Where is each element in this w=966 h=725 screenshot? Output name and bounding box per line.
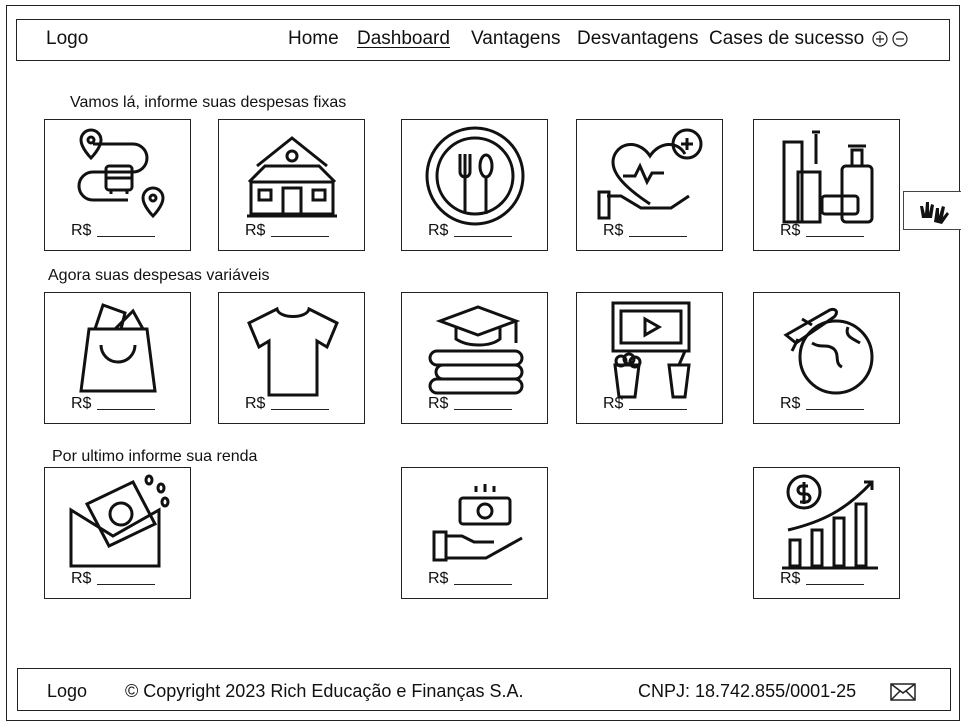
- footer-cnpj: CNPJ: 18.742.855/0001-25: [638, 681, 857, 701]
- income-title: Por ultimo informe sua renda: [52, 448, 258, 465]
- currency-label: R$: [428, 395, 449, 412]
- nav-dashboard[interactable]: Dashboard: [357, 28, 450, 50]
- growth-chart-icon: [782, 474, 878, 570]
- value-input-line[interactable]: [806, 409, 865, 410]
- value-input-line[interactable]: [454, 584, 513, 585]
- value-input-line[interactable]: [97, 409, 156, 410]
- currency-label: R$: [780, 222, 801, 239]
- currency-label: R$: [71, 570, 92, 587]
- expense-card-housing[interactable]: R$: [218, 119, 365, 251]
- currency-label: R$: [71, 222, 92, 239]
- currency-label: R$: [780, 395, 801, 412]
- footer-logo[interactable]: Logo: [47, 681, 87, 702]
- value-input-line[interactable]: [629, 236, 688, 237]
- currency-label: R$: [428, 570, 449, 587]
- money-envelope-icon: [69, 474, 170, 568]
- hand-money-icon: [432, 484, 523, 562]
- hygiene-products-icon: [782, 130, 874, 224]
- value-input-line[interactable]: [97, 584, 156, 585]
- sign-language-hands-icon: [920, 202, 949, 224]
- value-input-line[interactable]: [454, 409, 513, 410]
- expense-card-transport[interactable]: R$: [44, 119, 191, 251]
- expense-card-food[interactable]: R$: [401, 119, 548, 251]
- expense-card-education[interactable]: R$: [401, 292, 548, 424]
- expense-card-health[interactable]: R$: [576, 119, 723, 251]
- income-card-salary[interactable]: R$: [401, 467, 548, 599]
- currency-label: R$: [245, 222, 266, 239]
- currency-label: R$: [428, 222, 449, 239]
- expense-card-shopping[interactable]: R$: [44, 292, 191, 424]
- expense-card-travel[interactable]: R$: [753, 292, 900, 424]
- sign-language-accessibility-button[interactable]: [903, 191, 961, 230]
- currency-label: R$: [71, 395, 92, 412]
- cinema-popcorn-icon: [611, 301, 691, 399]
- transport-icon: [77, 128, 165, 219]
- nav-home[interactable]: Home: [288, 28, 339, 50]
- house-icon: [247, 136, 337, 218]
- expense-card-entertainment[interactable]: R$: [576, 292, 723, 424]
- income-card-investments[interactable]: R$: [753, 467, 900, 599]
- currency-label: R$: [603, 395, 624, 412]
- value-input-line[interactable]: [271, 409, 330, 410]
- nav-cases-de-sucesso[interactable]: Cases de sucesso: [709, 28, 864, 50]
- shopping-bag-icon: [79, 303, 157, 393]
- value-input-line[interactable]: [454, 236, 513, 237]
- tshirt-icon: [247, 306, 339, 397]
- nav-desvantagens[interactable]: Desvantagens: [577, 28, 698, 50]
- header-logo[interactable]: Logo: [46, 28, 88, 50]
- health-heart-icon: [597, 128, 703, 220]
- value-input-line[interactable]: [271, 236, 330, 237]
- expense-card-hygiene[interactable]: R$: [753, 119, 900, 251]
- nav-vantagens[interactable]: Vantagens: [471, 28, 560, 50]
- zoom-out-icon[interactable]: [892, 31, 908, 47]
- variable-expenses-title: Agora suas despesas variáveis: [48, 267, 270, 284]
- value-input-line[interactable]: [806, 584, 865, 585]
- education-books-icon: [428, 305, 524, 395]
- value-input-line[interactable]: [97, 236, 156, 237]
- footer-copyright: © Copyright 2023 Rich Educação e Finança…: [125, 681, 524, 701]
- value-input-line[interactable]: [806, 236, 865, 237]
- expense-card-clothing[interactable]: R$: [218, 292, 365, 424]
- fixed-expenses-title: Vamos lá, informe suas despesas fixas: [70, 94, 347, 111]
- zoom-in-icon[interactable]: [872, 31, 888, 47]
- value-input-line[interactable]: [629, 409, 688, 410]
- currency-label: R$: [603, 222, 624, 239]
- income-card-money-envelope[interactable]: R$: [44, 467, 191, 599]
- currency-label: R$: [780, 570, 801, 587]
- food-plate-icon: [425, 126, 525, 226]
- currency-label: R$: [245, 395, 266, 412]
- mail-icon[interactable]: [890, 683, 916, 701]
- travel-globe-icon: [783, 307, 874, 395]
